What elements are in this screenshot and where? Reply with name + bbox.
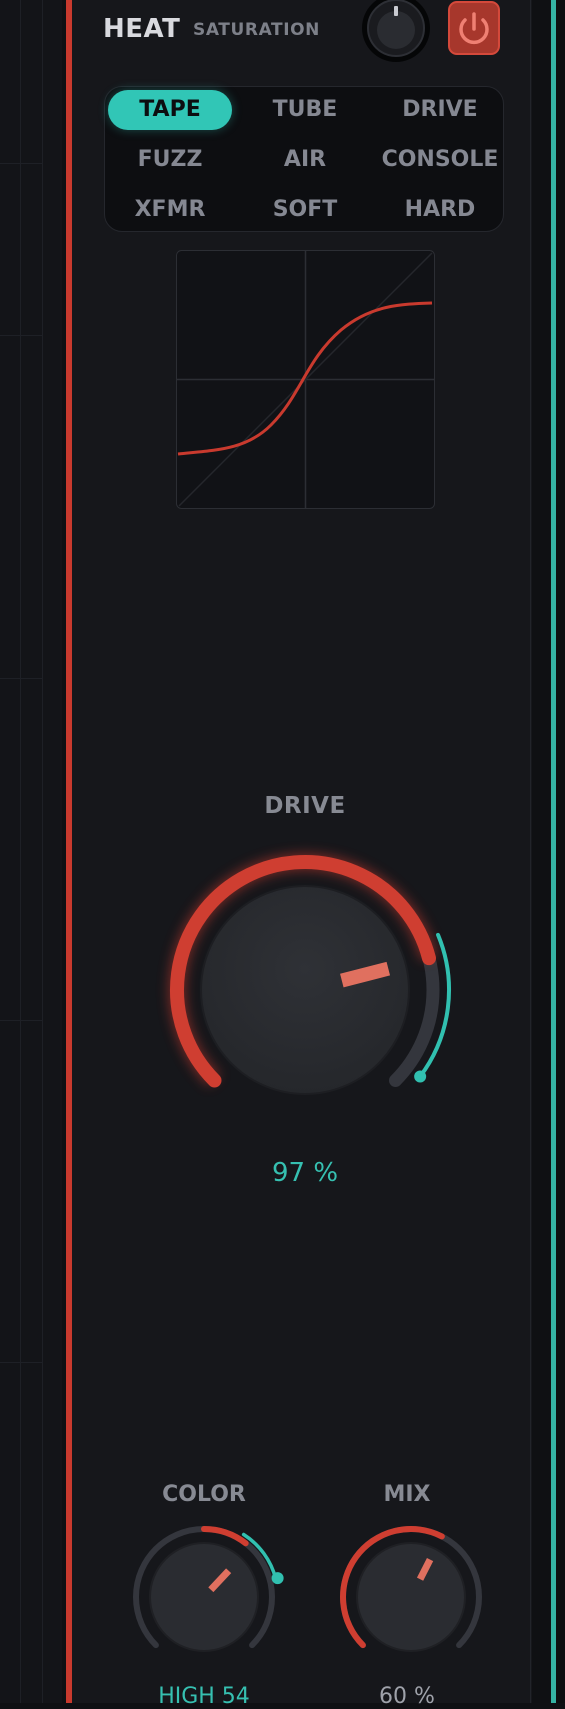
mode-soft[interactable]: SOFT xyxy=(243,190,367,230)
color-knob-cap xyxy=(149,1542,259,1652)
color-knob[interactable] xyxy=(124,1515,284,1675)
mix-value: 60 % xyxy=(379,1684,435,1709)
right-gutter xyxy=(556,0,565,1703)
color-value: HIGH 54 xyxy=(158,1684,250,1709)
drive-knob[interactable] xyxy=(150,835,460,1145)
transfer-curve-display xyxy=(176,250,435,509)
color-modulation-dot xyxy=(271,1572,284,1585)
strip-divider xyxy=(0,1020,42,1021)
panel-edge xyxy=(530,0,531,1703)
drive-label: DRIVE xyxy=(264,793,346,819)
drive-knob-cap xyxy=(200,885,410,1095)
mode-drive[interactable]: DRIVE xyxy=(378,90,502,130)
power-button[interactable] xyxy=(448,1,500,55)
mode-tube[interactable]: TUBE xyxy=(243,90,367,130)
left-track-strip xyxy=(0,0,62,1703)
strip-divider xyxy=(0,678,42,679)
color-level-arc xyxy=(201,1526,249,1547)
power-icon xyxy=(459,12,489,45)
mix-knob-cap xyxy=(356,1542,466,1652)
strip-divider xyxy=(0,1362,42,1363)
mix-label: MIX xyxy=(383,1482,431,1507)
strip-divider xyxy=(42,0,43,1703)
plugin-title: HEAT xyxy=(103,14,181,44)
mode-hard[interactable]: HARD xyxy=(378,190,502,230)
mode-fuzz[interactable]: FUZZ xyxy=(108,140,232,180)
drive-modulation-dot xyxy=(414,1070,427,1083)
saturation-mode-selector: TAPE TUBE DRIVE FUZZ AIR CONSOLE XFMR SO… xyxy=(104,86,504,232)
color-label: COLOR xyxy=(162,1482,246,1507)
plugin-subtitle: SATURATION xyxy=(193,20,321,40)
strip-divider xyxy=(0,163,42,164)
strip-divider xyxy=(0,335,42,336)
drive-value: 97 % xyxy=(271,1158,339,1188)
mode-console[interactable]: CONSOLE xyxy=(378,140,502,180)
mode-tape[interactable]: TAPE xyxy=(108,90,232,130)
mode-air[interactable]: AIR xyxy=(243,140,367,180)
mix-knob[interactable] xyxy=(331,1515,491,1675)
mode-xfmr[interactable]: XFMR xyxy=(108,190,232,230)
strip-divider xyxy=(20,0,21,1703)
mini-knob-icon[interactable] xyxy=(360,0,432,64)
